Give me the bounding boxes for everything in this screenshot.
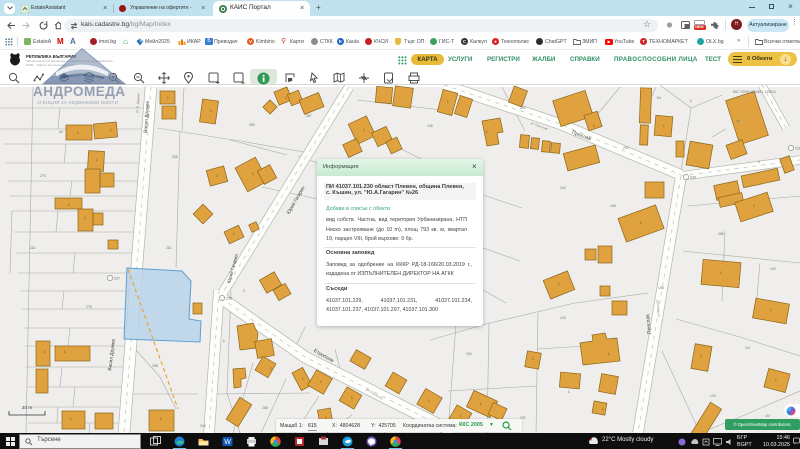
svg-text:1: 1: [68, 203, 70, 207]
svg-text:1: 1: [593, 124, 595, 128]
svg-text:1: 1: [44, 350, 46, 354]
svg-text:168: 168: [610, 204, 616, 208]
svg-text:1: 1: [96, 158, 98, 162]
svg-text:1: 1: [690, 99, 692, 103]
svg-text:1: 1: [770, 308, 772, 312]
svg-text:158: 158: [658, 286, 664, 290]
svg-text:1: 1: [84, 216, 86, 220]
svg-text:1: 1: [320, 380, 322, 384]
svg-text:1: 1: [363, 128, 365, 132]
svg-text:1: 1: [608, 352, 610, 356]
svg-text:1: 1: [640, 221, 642, 225]
svg-text:1: 1: [558, 282, 560, 286]
svg-text:1: 1: [110, 128, 112, 132]
svg-text:154: 154: [466, 352, 472, 356]
svg-text:258: 258: [172, 155, 178, 159]
svg-text:226: 226: [795, 147, 800, 151]
svg-text:1: 1: [758, 160, 760, 164]
svg-text:1: 1: [210, 109, 212, 113]
svg-text:1: 1: [663, 124, 665, 128]
svg-text:240: 240: [770, 267, 776, 271]
svg-text:1: 1: [77, 131, 79, 135]
svg-text:46: 46: [736, 119, 740, 123]
svg-text:287: 287: [306, 114, 312, 118]
svg-text:1: 1: [70, 417, 72, 421]
svg-text:84: 84: [657, 96, 661, 100]
svg-text:149: 149: [710, 394, 716, 398]
svg-text:126: 126: [560, 316, 566, 320]
svg-text:84: 84: [59, 130, 63, 134]
svg-text:1: 1: [460, 414, 462, 418]
svg-text:278: 278: [86, 305, 92, 309]
svg-text:247: 247: [745, 346, 751, 350]
svg-text:246: 246: [200, 424, 206, 428]
svg-text:1: 1: [753, 204, 755, 208]
svg-text:1: 1: [602, 407, 604, 411]
svg-text:1: 1: [216, 174, 218, 178]
svg-text:282: 282: [30, 246, 36, 250]
svg-text:1: 1: [285, 96, 287, 100]
svg-text:ККС 2005 4804611 425611: ККС 2005 4804611 425611: [733, 90, 776, 94]
svg-text:1: 1: [530, 145, 532, 149]
svg-text:1: 1: [302, 377, 304, 381]
svg-text:148: 148: [427, 124, 433, 128]
svg-text:1: 1: [775, 378, 777, 382]
svg-text:1: 1: [64, 350, 66, 354]
svg-text:1: 1: [480, 402, 482, 406]
svg-text:20 m: 20 m: [22, 405, 32, 410]
svg-text:240: 240: [560, 186, 566, 190]
svg-text:275: 275: [40, 174, 46, 178]
svg-text:1: 1: [160, 417, 162, 421]
svg-text:1: 1: [532, 357, 534, 361]
svg-text:1: 1: [700, 354, 702, 358]
svg-text:1: 1: [223, 339, 225, 343]
svg-text:288: 288: [262, 406, 268, 410]
svg-text:260: 260: [520, 106, 526, 110]
svg-text:1: 1: [233, 232, 235, 236]
svg-text:W: W: [224, 439, 231, 446]
svg-text:261: 261: [166, 246, 172, 250]
svg-text:1: 1: [720, 271, 722, 275]
svg-text:167: 167: [765, 414, 771, 418]
svg-text:1: 1: [428, 399, 430, 403]
svg-text:227: 227: [114, 277, 120, 281]
svg-text:1: 1: [243, 289, 245, 293]
svg-text:1: 1: [351, 396, 353, 400]
svg-text:298: 298: [152, 364, 158, 368]
svg-text:1: 1: [568, 390, 570, 394]
svg-text:1: 1: [270, 367, 272, 371]
svg-text:1: 1: [447, 100, 449, 104]
svg-text:288: 288: [718, 232, 724, 236]
svg-text:228: 228: [226, 297, 232, 301]
svg-text:1: 1: [167, 96, 169, 100]
svg-text:263: 263: [623, 146, 629, 150]
svg-text:229: 229: [690, 176, 696, 180]
svg-text:1: 1: [486, 130, 488, 134]
svg-text:289: 289: [249, 123, 255, 127]
svg-text:1: 1: [252, 172, 254, 176]
